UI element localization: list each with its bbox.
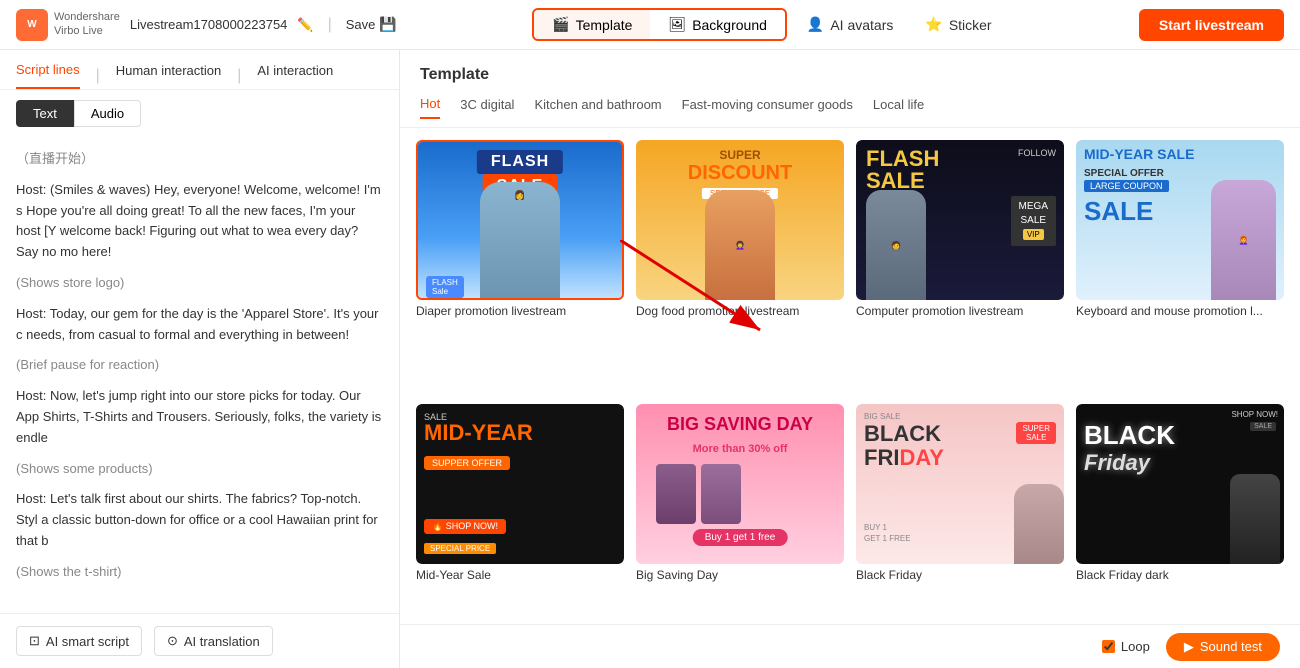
background-tab[interactable]: 🖼 Background — [650, 10, 785, 39]
category-kitchen[interactable]: Kitchen and bathroom — [534, 97, 661, 118]
template-tab[interactable]: 🎬 Template — [534, 10, 650, 39]
bottom-bar: Loop ▶ Sound test — [400, 624, 1300, 668]
template-card-5[interactable]: SALE MID-YEAR SUPPER OFFER 🔥 SHOP NOW! S… — [416, 404, 624, 656]
brand-logo: W Wondershare Virbo Live — [16, 9, 120, 41]
template-header: Template Hot 3C digital Kitchen and bath… — [400, 50, 1300, 128]
script-line-6: Host: Now, let's jump right into our sto… — [16, 386, 383, 448]
script-content: （直播开始） Host: (Smiles & waves) Hey, every… — [0, 137, 399, 613]
category-3c[interactable]: 3C digital — [460, 97, 514, 118]
script-line-4: Host: Today, our gem for the day is the … — [16, 304, 383, 346]
template-label-5: Mid-Year Sale — [416, 568, 624, 582]
ai-translation-icon: ⊙ — [167, 633, 178, 649]
start-livestream-button[interactable]: Start livestream — [1139, 9, 1284, 41]
edit-icon[interactable]: ✏️ — [297, 17, 313, 33]
template-card-8[interactable]: SHOP NOW! BLACKFriday SALE Black Friday … — [1076, 404, 1284, 656]
ai-avatars-nav[interactable]: 👤 AI avatars — [795, 10, 905, 39]
sticker-icon: ⭐ — [925, 16, 942, 33]
left-panel: Script lines | Human interaction | AI in… — [0, 50, 400, 668]
template-card-7[interactable]: BIG SALE BLACKFRIDAY SUPERSALE BUY 1GET … — [856, 404, 1064, 656]
topbar-left: W Wondershare Virbo Live Livestream17080… — [16, 9, 397, 41]
script-line-5: (Brief pause for reaction) — [16, 355, 383, 376]
nav-separator2: | — [237, 67, 241, 85]
template-label-7: Black Friday — [856, 568, 1064, 582]
template-label-8: Black Friday dark — [1076, 568, 1284, 582]
template-image-5: SALE MID-YEAR SUPPER OFFER 🔥 SHOP NOW! S… — [416, 404, 624, 564]
topbar-right: Start livestream — [1139, 9, 1284, 41]
script-lines-nav[interactable]: Script lines — [16, 62, 80, 89]
script-line-3: (Shows store logo) — [16, 273, 383, 294]
template-categories: Hot 3C digital Kitchen and bathroom Fast… — [420, 96, 1280, 119]
template-image-8: SHOP NOW! BLACKFriday SALE — [1076, 404, 1284, 564]
loop-checkbox[interactable] — [1102, 640, 1115, 653]
category-local[interactable]: Local life — [873, 97, 924, 118]
nav-separator: | — [96, 67, 100, 85]
brand-name: Wondershare Virbo Live — [54, 11, 120, 37]
background-icon: 🖼 — [668, 16, 686, 33]
template-label-2: Dog food promotion livestream — [636, 304, 844, 318]
template-image-4: MID-YEAR SALESPECIAL OFFER LARGE COUPON … — [1076, 140, 1284, 300]
template-card-6[interactable]: BIG SAVING DAYMore than 30% off Buy 1 ge… — [636, 404, 844, 656]
topbar: W Wondershare Virbo Live Livestream17080… — [0, 0, 1300, 50]
template-panel: Template Hot 3C digital Kitchen and bath… — [400, 50, 1300, 668]
template-image-3: FLASHSALE FOLLOW MEGASALEVIP 🧑 — [856, 140, 1064, 300]
template-card-1[interactable]: FLASH SALE 👩 FLASHSale Diaper promotion … — [416, 140, 624, 392]
topbar-center: 🎬 Template 🖼 Background 👤 AI avatars ⭐ S… — [532, 8, 1003, 41]
template-card-3[interactable]: FLASHSALE FOLLOW MEGASALEVIP 🧑 Computer … — [856, 140, 1064, 392]
template-icon: 🎬 — [552, 16, 569, 33]
main-layout: Script lines | Human interaction | AI in… — [0, 50, 1300, 668]
script-line-8: Host: Let's talk first about our shirts.… — [16, 489, 383, 551]
template-card-2[interactable]: SUPER DISCOUNT SPECIAL PRICE 👩‍🦱 Dog foo… — [636, 140, 844, 392]
loop-button[interactable]: Loop — [1102, 639, 1150, 654]
human-interaction-nav[interactable]: Human interaction — [116, 63, 222, 88]
ai-interaction-nav[interactable]: AI interaction — [257, 63, 333, 88]
save-button[interactable]: Save 💾 — [346, 16, 397, 33]
script-line-9: (Shows the t-shirt) — [16, 562, 383, 583]
play-icon: ▶ — [1184, 639, 1194, 655]
script-bottom-bar: ⊡ AI smart script ⊙ AI translation — [0, 613, 399, 668]
script-line-2: Host: (Smiles & waves) Hey, everyone! We… — [16, 180, 383, 263]
save-icon: 💾 — [379, 16, 396, 33]
audio-tab[interactable]: Audio — [74, 100, 141, 127]
template-image-6: BIG SAVING DAYMore than 30% off Buy 1 ge… — [636, 404, 844, 564]
category-hot[interactable]: Hot — [420, 96, 440, 119]
template-card-4[interactable]: MID-YEAR SALESPECIAL OFFER LARGE COUPON … — [1076, 140, 1284, 392]
text-audio-tabs: Text Audio — [0, 90, 399, 137]
template-label-3: Computer promotion livestream — [856, 304, 1064, 318]
template-label-4: Keyboard and mouse promotion l... — [1076, 304, 1284, 318]
ai-avatars-icon: 👤 — [807, 16, 824, 33]
ai-smart-script-icon: ⊡ — [29, 633, 40, 649]
ai-smart-script-button[interactable]: ⊡ AI smart script — [16, 626, 142, 656]
stream-id: Livestream1708000223754 — [130, 17, 288, 32]
sound-test-button[interactable]: ▶ Sound test — [1166, 633, 1280, 661]
template-background-tabs: 🎬 Template 🖼 Background — [532, 8, 787, 41]
template-grid: FLASH SALE 👩 FLASHSale Diaper promotion … — [400, 128, 1300, 668]
template-panel-title: Template — [420, 66, 1280, 84]
text-tab[interactable]: Text — [16, 100, 74, 127]
right-panel: Template Hot 3C digital Kitchen and bath… — [400, 50, 1300, 668]
template-label-6: Big Saving Day — [636, 568, 844, 582]
template-label-1: Diaper promotion livestream — [416, 304, 624, 318]
sticker-nav[interactable]: ⭐ Sticker — [913, 10, 1003, 39]
template-image-7: BIG SALE BLACKFRIDAY SUPERSALE BUY 1GET … — [856, 404, 1064, 564]
template-image-1: FLASH SALE 👩 FLASHSale — [416, 140, 624, 300]
category-fastmoving[interactable]: Fast-moving consumer goods — [682, 97, 853, 118]
template-image-2: SUPER DISCOUNT SPECIAL PRICE 👩‍🦱 — [636, 140, 844, 300]
divider: | — [328, 16, 332, 34]
brand-icon: W — [16, 9, 48, 41]
script-line-1: （直播开始） — [16, 149, 383, 170]
ai-translation-button[interactable]: ⊙ AI translation — [154, 626, 273, 656]
script-nav: Script lines | Human interaction | AI in… — [0, 50, 399, 90]
script-line-7: (Shows some products) — [16, 459, 383, 480]
